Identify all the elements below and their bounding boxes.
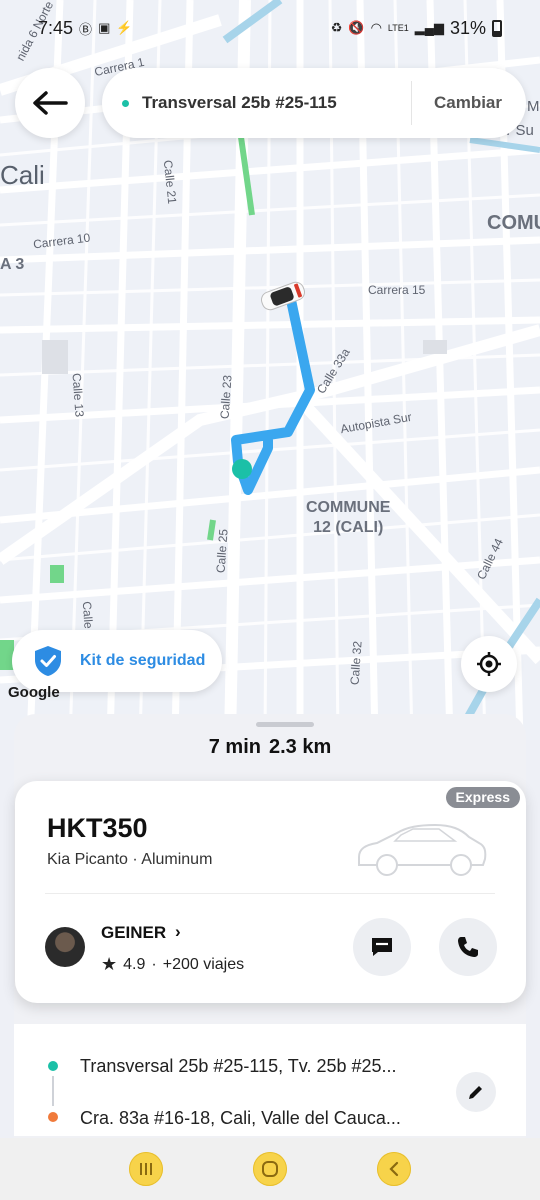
- crosshair-icon: [477, 652, 501, 676]
- edit-route-button[interactable]: [456, 1072, 496, 1112]
- route-summary: Transversal 25b #25-115, Tv. 25b #25... …: [14, 1024, 526, 1136]
- pencil-icon: [469, 1086, 482, 1099]
- map-label: M: [527, 98, 540, 115]
- trip-count: +200 viajes: [162, 955, 245, 973]
- mute-icon: 🔇: [348, 20, 365, 35]
- driver-rating: ★ 4.9 · +200 viajes: [101, 954, 244, 975]
- pickup-dot: [48, 1061, 58, 1071]
- driver-name[interactable]: GEINER: [101, 923, 166, 943]
- route-connector: [52, 1076, 54, 1106]
- message-driver-button[interactable]: [353, 918, 411, 976]
- change-destination-button[interactable]: Cambiar: [412, 93, 526, 113]
- service-badge: Express: [445, 787, 520, 808]
- recents-icon: [140, 1163, 152, 1175]
- driver-avatar[interactable]: [45, 927, 85, 967]
- car-outline-icon: [358, 823, 487, 876]
- status-bar: 7:45 Ⓑ ▣ ⚡ ♻ 🔇 ◠ LTE1 ▂▄▆ 31%: [0, 0, 540, 56]
- vehicle-plate: HKT350: [47, 813, 148, 843]
- pickup-marker: [232, 459, 252, 479]
- destination-bar[interactable]: Transversal 25b #25-115 Cambiar: [102, 68, 526, 138]
- safety-kit-button[interactable]: Kit de seguridad: [12, 630, 222, 692]
- map-label-city: Cali: [0, 160, 45, 190]
- b-circle-icon: Ⓑ: [79, 21, 93, 37]
- map-label: A 3: [0, 256, 25, 273]
- battery-icon: [492, 19, 502, 37]
- battery-percent: 31%: [449, 17, 486, 38]
- status-time: 7:45: [38, 17, 74, 38]
- signal-icon: ▂▄▆: [414, 20, 444, 35]
- eta-time: 7 min: [208, 736, 261, 758]
- map-label: Calle 13: [69, 372, 87, 418]
- map-label: Calle: [79, 600, 96, 630]
- chevron-right-icon[interactable]: ›: [175, 922, 181, 942]
- system-nav-bar: [0, 1138, 540, 1200]
- home-icon: [262, 1161, 278, 1177]
- pickup-address: Transversal 25b #25-115, Tv. 25b #25...: [80, 1056, 397, 1076]
- trip-eta: 7 min 2.3 km: [14, 736, 526, 759]
- arrow-left-icon: [33, 91, 68, 115]
- chevron-left-icon: [389, 1161, 399, 1177]
- wifi-icon: ◠: [370, 20, 382, 35]
- rating-value: 4.9: [123, 955, 146, 973]
- destination-address: Transversal 25b #25-115: [142, 93, 337, 112]
- dropoff-dot: [48, 1112, 58, 1122]
- system-back-button[interactable]: [377, 1152, 411, 1186]
- sheet-handle[interactable]: [256, 722, 314, 727]
- shield-check-icon: [35, 646, 61, 676]
- bolt-icon: ⚡: [116, 20, 133, 35]
- safety-kit-label: Kit de seguridad: [80, 652, 206, 669]
- star-icon: ★: [101, 954, 118, 974]
- recent-apps-button[interactable]: [129, 1152, 163, 1186]
- map-logo: Google: [8, 684, 60, 701]
- back-button[interactable]: [15, 68, 85, 138]
- phone-icon: [458, 937, 478, 957]
- vehicle-model: Kia Picanto · Aluminum: [47, 851, 213, 868]
- divider: [45, 893, 495, 894]
- driver-card: Express HKT350 Kia Picanto · Aluminum GE…: [15, 781, 526, 1003]
- my-location-button[interactable]: [461, 636, 517, 692]
- map-label: Carrera 15: [368, 283, 426, 297]
- call-driver-button[interactable]: [439, 918, 497, 976]
- home-button[interactable]: [253, 1152, 287, 1186]
- dropoff-address: Cra. 83a #16-18, Cali, Valle del Cauca..…: [80, 1108, 401, 1128]
- separator-dot: ·: [151, 955, 157, 973]
- eta-distance: 2.3 km: [268, 736, 332, 758]
- map-label-district: COMMUNE 12 (CALI): [306, 499, 391, 536]
- destination-dot: [122, 99, 129, 107]
- battery-saver-icon: ♻: [330, 20, 343, 35]
- volte-icon: LTE1: [387, 23, 409, 33]
- app-icon: ▣: [98, 20, 111, 35]
- chat-icon: [372, 938, 392, 956]
- map-label: COMU: [487, 212, 540, 234]
